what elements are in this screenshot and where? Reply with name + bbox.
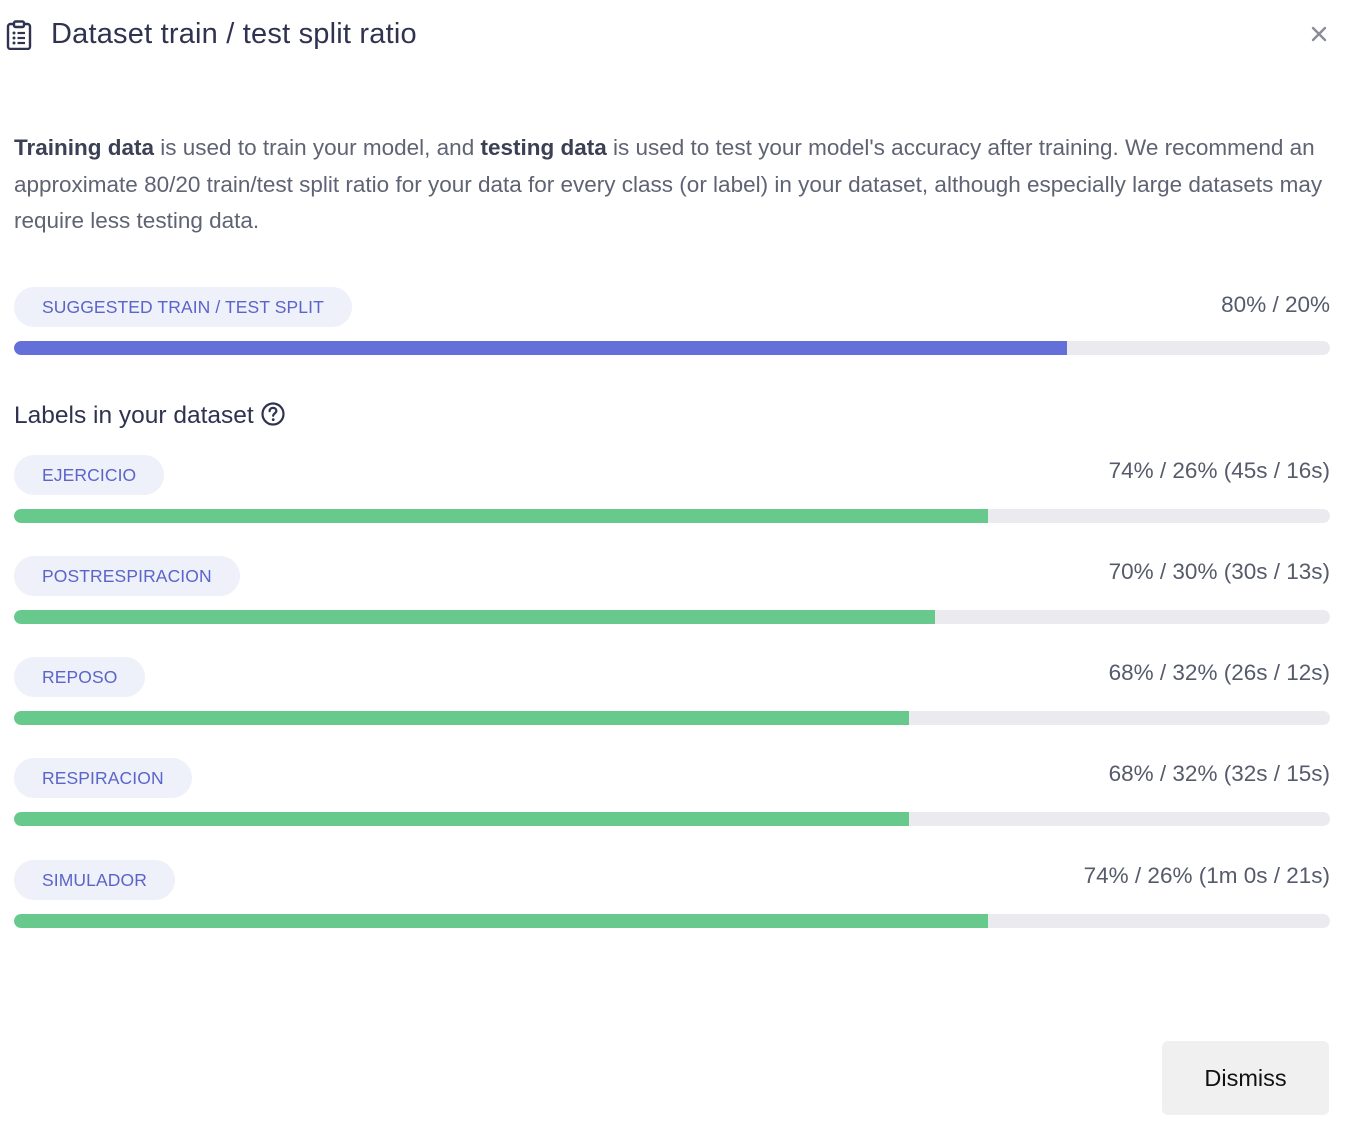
label-train-bar bbox=[14, 711, 909, 725]
label-train-bar bbox=[14, 914, 988, 928]
label-badge: REPOSO bbox=[14, 657, 146, 697]
close-icon[interactable] bbox=[1305, 20, 1333, 48]
label-badge: POSTRESPIRACION bbox=[14, 556, 240, 596]
label-ratio: 68% / 32% (26s / 12s) bbox=[1108, 660, 1330, 685]
label-ratio: 68% / 32% (32s / 15s) bbox=[1108, 761, 1330, 786]
label-train-bar bbox=[14, 812, 909, 826]
label-track bbox=[14, 711, 1330, 725]
dialog-header: Dataset train / test split ratio bbox=[0, 0, 1347, 70]
suggested-split-row: SUGGESTED TRAIN / TEST SPLIT 80% / 20% bbox=[14, 287, 1330, 357]
label-row-respiracion: RESPIRACION 68% / 32% (32s / 15s) bbox=[14, 758, 1330, 828]
question-circle-icon[interactable] bbox=[260, 401, 286, 427]
label-row-reposo: REPOSO 68% / 32% (26s / 12s) bbox=[14, 657, 1330, 727]
suggested-split-badge: SUGGESTED TRAIN / TEST SPLIT bbox=[14, 287, 352, 327]
clipboard-list-icon bbox=[6, 20, 32, 51]
label-row-simulador: SIMULADOR 74% / 26% (1m 0s / 21s) bbox=[14, 860, 1330, 930]
label-track bbox=[14, 509, 1330, 523]
label-row-ejercicio: EJERCICIO 74% / 26% (45s / 16s) bbox=[14, 455, 1330, 525]
dismiss-button[interactable]: Dismiss bbox=[1162, 1041, 1329, 1115]
label-train-bar bbox=[14, 610, 936, 624]
label-track bbox=[14, 914, 1330, 928]
label-ratio: 70% / 30% (30s / 13s) bbox=[1108, 559, 1330, 584]
suggested-split-bar bbox=[14, 341, 1067, 355]
label-badge: EJERCICIO bbox=[14, 455, 165, 495]
label-badge: SIMULADOR bbox=[14, 860, 175, 900]
label-row-postrespiracion: POSTRESPIRACION 70% / 30% (30s / 13s) bbox=[14, 556, 1330, 626]
suggested-split-track bbox=[14, 341, 1330, 355]
label-ratio: 74% / 26% (45s / 16s) bbox=[1108, 458, 1330, 483]
labels-heading: Labels in your dataset bbox=[14, 398, 286, 434]
intro-training-bold: Training data bbox=[14, 135, 155, 160]
label-track bbox=[14, 610, 1330, 624]
intro-testing-bold: testing data bbox=[480, 135, 607, 160]
intro-text-1: is used to train your model, and bbox=[154, 135, 481, 160]
labels-heading-text: Labels in your dataset bbox=[14, 402, 254, 429]
suggested-split-ratio: 80% / 20% bbox=[1221, 292, 1330, 317]
label-track bbox=[14, 812, 1330, 826]
label-train-bar bbox=[14, 509, 988, 523]
intro-paragraph: Training data is used to train your mode… bbox=[14, 130, 1334, 240]
label-ratio: 74% / 26% (1m 0s / 21s) bbox=[1083, 863, 1330, 888]
label-badge: RESPIRACION bbox=[14, 758, 192, 798]
dialog-title: Dataset train / test split ratio bbox=[51, 18, 417, 50]
